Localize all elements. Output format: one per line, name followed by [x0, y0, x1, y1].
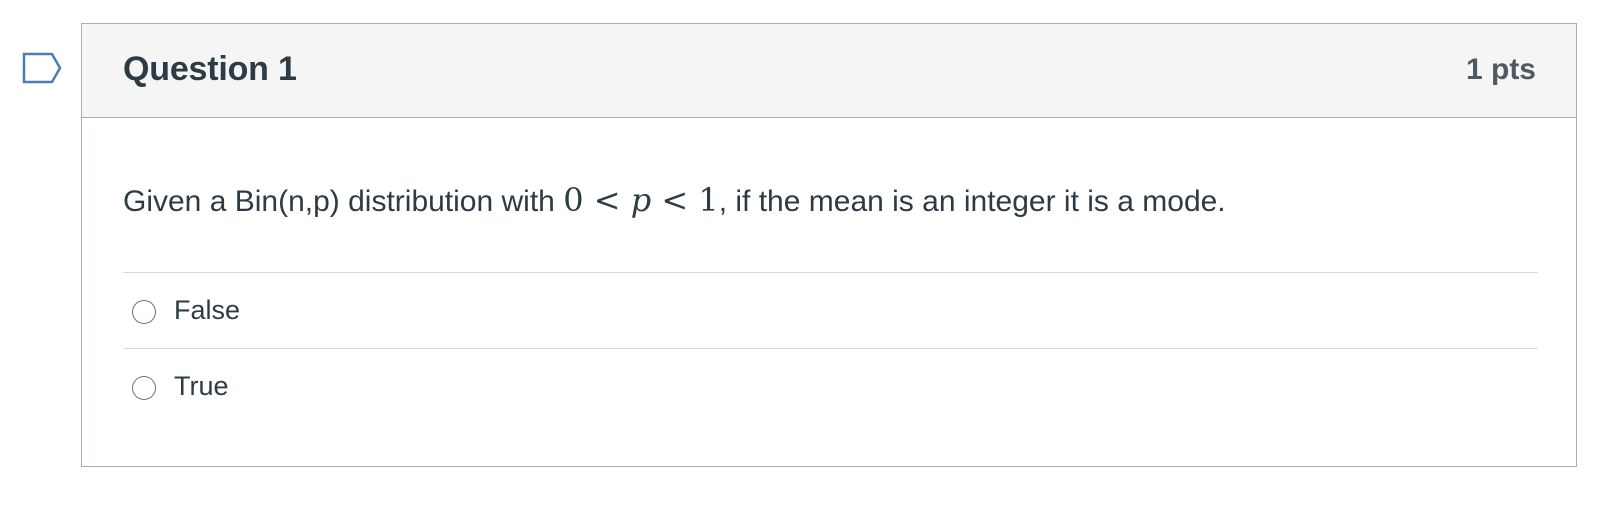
math-var: p — [630, 181, 652, 219]
math-expression: 0 < p < 1 — [563, 181, 719, 219]
question-points: 1 pts — [1465, 53, 1536, 86]
question-text: Given a Bin(n,p) distribution with 0 < p… — [123, 181, 1226, 219]
math-op1: < — [593, 181, 621, 219]
math-right: 1 — [698, 181, 719, 219]
answer-option-false[interactable]: False — [123, 272, 1538, 348]
question-title: Question 1 — [123, 50, 297, 88]
math-left: 0 — [563, 181, 584, 219]
answer-label[interactable]: False — [174, 295, 240, 326]
answer-label[interactable]: True — [174, 371, 229, 402]
answer-option-true[interactable]: True — [123, 348, 1538, 424]
question-text-before: Given a Bin(n,p) distribution with — [123, 185, 564, 218]
answer-list: False True — [123, 272, 1538, 424]
radio-button-false[interactable] — [132, 300, 156, 324]
question-header: Question 1 1 pts — [82, 24, 1576, 118]
radio-button-true[interactable] — [132, 376, 156, 400]
flag-question-icon[interactable] — [22, 52, 62, 84]
question-card: Question 1 1 pts Given a Bin(n,p) distri… — [81, 23, 1577, 467]
math-op2: < — [661, 181, 689, 219]
question-text-after: , if the mean is an integer it is a mode… — [718, 185, 1226, 218]
